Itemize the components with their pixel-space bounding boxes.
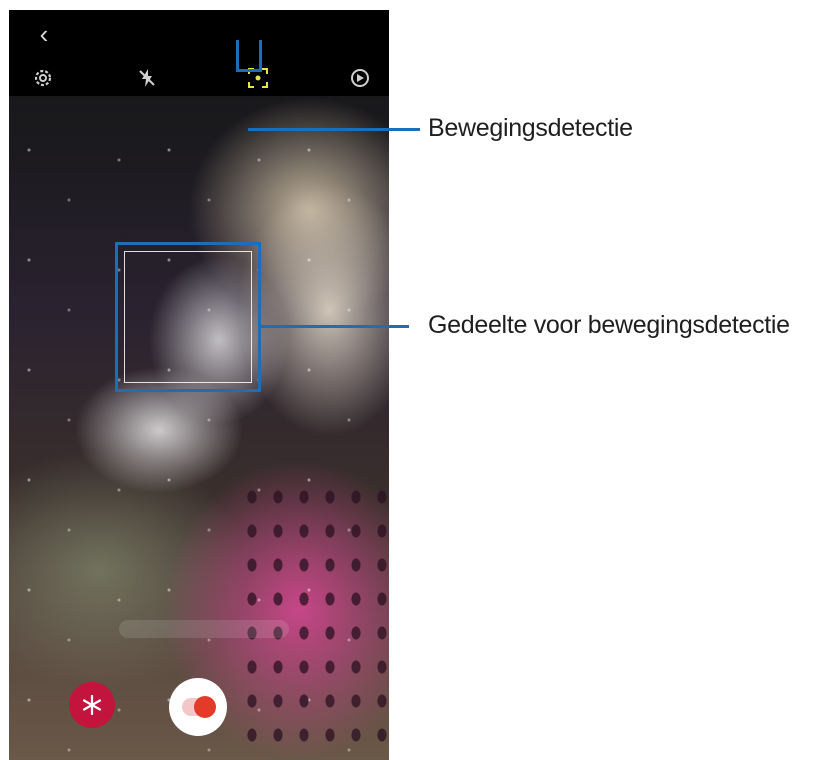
record-dot-icon xyxy=(194,696,216,718)
effect-button[interactable] xyxy=(69,682,115,728)
record-button[interactable] xyxy=(169,678,227,736)
snowflake-icon xyxy=(82,694,102,716)
motion-detection-icon-highlight xyxy=(236,40,262,72)
shutter-row xyxy=(9,678,389,738)
callout-label-motion-detection: Bewegingsdetectie xyxy=(428,114,633,142)
preview-hint-bar xyxy=(119,620,289,638)
callout-line-motion-detection xyxy=(248,128,420,131)
motion-detection-area[interactable] xyxy=(115,242,261,392)
callout-line-detection-area xyxy=(261,325,409,328)
camera-top-bar: ‹ xyxy=(9,10,389,96)
flash-off-icon[interactable] xyxy=(135,66,159,90)
callout-label-detection-area: Gedeelte voor bewegingsdetectie xyxy=(428,311,790,339)
back-button[interactable]: ‹ xyxy=(33,21,55,47)
slow-motion-effects-icon[interactable] xyxy=(348,66,372,90)
settings-gear-icon[interactable] xyxy=(31,66,55,90)
